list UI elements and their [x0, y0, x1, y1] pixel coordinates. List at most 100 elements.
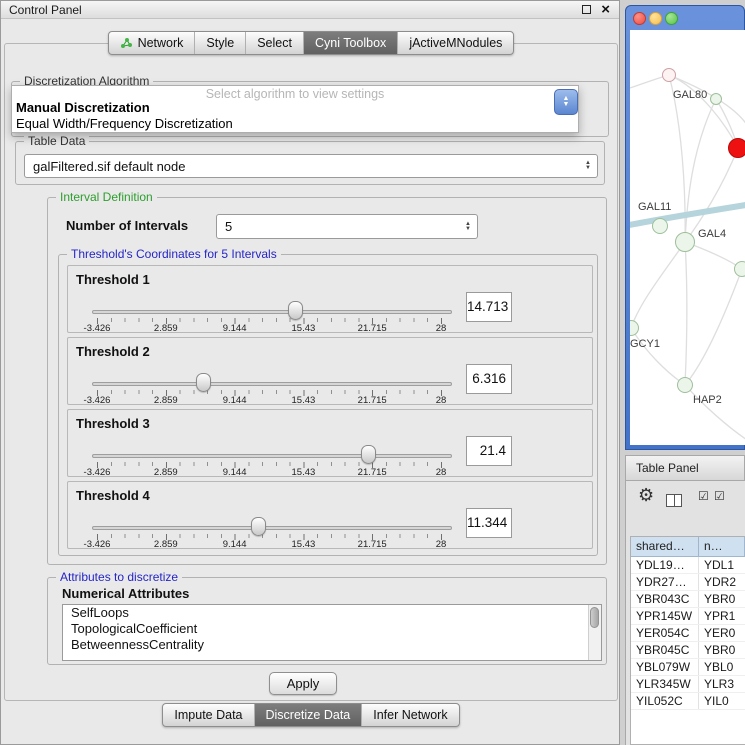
slider-scale-label: 2.859: [154, 467, 178, 478]
bottom-tab-infer-network[interactable]: Infer Network: [361, 704, 458, 726]
slider-scale-label: 9.144: [223, 467, 247, 478]
combo-stepper-icon[interactable]: ▲▼: [554, 89, 578, 115]
table-panel-titlebar: Table Panel: [625, 455, 745, 481]
desktop: Control Panel × NetworkStyle Select Cyni T…: [0, 0, 745, 745]
zoom-window-icon[interactable]: [665, 12, 678, 25]
network-icon: [120, 37, 133, 49]
slider-scale-label: -3.426: [84, 395, 111, 406]
network-node[interactable]: [710, 93, 722, 105]
table-row[interactable]: YER054CYER0: [631, 625, 745, 642]
table-row[interactable]: YLR345WYLR3: [631, 676, 745, 693]
table-row[interactable]: YDR27…YDR2: [631, 574, 745, 591]
threshold-value-field[interactable]: 14.713: [466, 292, 512, 322]
slider-thumb[interactable]: [288, 301, 303, 320]
threshold-slider[interactable]: -3.4262.8599.14415.4321.71528: [92, 300, 452, 334]
attribute-list-item[interactable]: BetweennessCentrality: [63, 637, 601, 653]
column-header-name[interactable]: n…: [699, 537, 745, 557]
table-row[interactable]: YBR045CYBR0: [631, 642, 745, 659]
slider-scale-label: 9.144: [223, 323, 247, 334]
float-window-icon[interactable]: [582, 5, 591, 14]
attributes-group: Attributes to discretize Numerical Attri…: [47, 577, 607, 665]
slider-scale-label: -3.426: [84, 467, 111, 478]
table-cell: YBR0: [699, 642, 745, 658]
slider-thumb[interactable]: [196, 373, 211, 392]
show-all-columns-icon[interactable]: ☑: [698, 489, 709, 503]
slider-track: [92, 310, 452, 314]
slider-thumb[interactable]: [251, 517, 266, 536]
threshold-slider[interactable]: -3.4262.8599.14415.4321.71528: [92, 516, 452, 550]
threshold-value-field[interactable]: 21.4: [466, 436, 512, 466]
table-row[interactable]: YBL079WYBL0: [631, 659, 745, 676]
network-node-label: HAP2: [693, 394, 722, 406]
slider-scale: -3.4262.8599.14415.4321.71528: [97, 323, 441, 334]
table-row[interactable]: YIL052CYIL0: [631, 693, 745, 710]
thresholds-group-label: Threshold's Coordinates for 5 Intervals: [67, 247, 281, 261]
close-icon[interactable]: ×: [601, 1, 610, 19]
select-columns-icon[interactable]: ☑: [714, 489, 725, 503]
network-node[interactable]: [728, 138, 745, 158]
table-cell: YER054C: [631, 625, 699, 641]
bottom-tab-discretize-data[interactable]: Discretize Data: [254, 704, 362, 726]
table-row[interactable]: YPR145WYPR1: [631, 608, 745, 625]
network-node[interactable]: [652, 218, 668, 234]
threshold-value-field[interactable]: 6.316: [466, 364, 512, 394]
attribute-list-item[interactable]: TopologicalCoefficient: [63, 621, 601, 637]
network-node-label: GCY1: [630, 338, 660, 350]
tab-select[interactable]: Select: [245, 32, 303, 54]
slider-track: [92, 526, 452, 530]
table-cell: YIL0: [699, 693, 745, 709]
attributes-group-label: Attributes to discretize: [56, 570, 182, 584]
tab-style[interactable]: Style: [194, 32, 245, 54]
bottom-tab-bar: Impute DataDiscretize DataInfer Network: [1, 703, 621, 727]
scrollbar[interactable]: [588, 605, 601, 660]
network-canvas[interactable]: GAL80GAL11GAL4GCY1HAP2: [630, 30, 745, 445]
slider-scale-label: 15.43: [292, 467, 316, 478]
algorithm-option[interactable]: Manual Discretization: [12, 100, 578, 116]
slider-track: [92, 454, 452, 458]
gear-icon[interactable]: ⚙: [638, 485, 654, 506]
table-cell: YBL079W: [631, 659, 699, 675]
columns-icon[interactable]: [666, 494, 682, 507]
table-data-value: galFiltered.sif default node: [33, 159, 185, 174]
slider-scale-label: 2.859: [154, 539, 178, 550]
algorithm-option[interactable]: Equal Width/Frequency Discretization: [12, 116, 578, 132]
apply-button[interactable]: Apply: [269, 672, 337, 695]
table-cell: YBR043C: [631, 591, 699, 607]
network-node[interactable]: [662, 68, 676, 82]
slider-scale-label: 15.43: [292, 539, 316, 550]
slider-thumb[interactable]: [361, 445, 376, 464]
table-cell: YPR145W: [631, 608, 699, 624]
num-intervals-select[interactable]: 5 ▲▼: [216, 214, 478, 239]
algorithm-dropdown-popup: Select algorithm to view settings Manual…: [11, 85, 579, 133]
threshold-slider[interactable]: -3.4262.8599.14415.4321.71528: [92, 444, 452, 478]
slider-track: [92, 382, 452, 386]
table-cell: YBL0: [699, 659, 745, 675]
tab-label: Select: [257, 36, 292, 50]
table-row[interactable]: YDL19…YDL1: [631, 557, 745, 574]
scrollbar-thumb[interactable]: [590, 607, 599, 628]
control-panel-titlebar: Control Panel ×: [1, 1, 619, 19]
table-data-select[interactable]: galFiltered.sif default node ▲▼: [24, 154, 598, 178]
tab-jactivemnodules[interactable]: jActiveMNodules: [397, 32, 513, 54]
interval-definition-group: Interval Definition Number of Intervals …: [47, 197, 607, 565]
combo-arrows-icon: ▲▼: [585, 161, 591, 171]
top-tab-bar: NetworkStyle Select Cyni ToolboxjActiveMNo…: [1, 31, 621, 55]
slider-scale: -3.4262.8599.14415.4321.71528: [97, 395, 441, 406]
table-cell: YLR345W: [631, 676, 699, 692]
close-window-icon[interactable]: [633, 12, 646, 25]
minimize-window-icon[interactable]: [649, 12, 662, 25]
table-row[interactable]: YBR043CYBR0: [631, 591, 745, 608]
network-node[interactable]: [675, 232, 695, 252]
threshold-slider[interactable]: -3.4262.8599.14415.4321.71528: [92, 372, 452, 406]
slider-scale-label: 21.715: [358, 467, 387, 478]
column-header-shared-name[interactable]: shared…: [631, 537, 699, 557]
network-node[interactable]: [677, 377, 693, 393]
slider-scale-label: 28: [436, 539, 447, 550]
tab-cyni-toolbox[interactable]: Cyni Toolbox: [303, 32, 397, 54]
attribute-list-item[interactable]: SelfLoops: [63, 605, 601, 621]
bottom-tab-impute-data[interactable]: Impute Data: [163, 704, 253, 726]
threshold-panel-3: Threshold 3-3.4262.8599.14415.4321.71528…: [67, 409, 593, 477]
network-node[interactable]: [734, 261, 745, 277]
tab-network[interactable]: Network: [109, 32, 195, 54]
threshold-value-field[interactable]: 11.344: [466, 508, 512, 538]
